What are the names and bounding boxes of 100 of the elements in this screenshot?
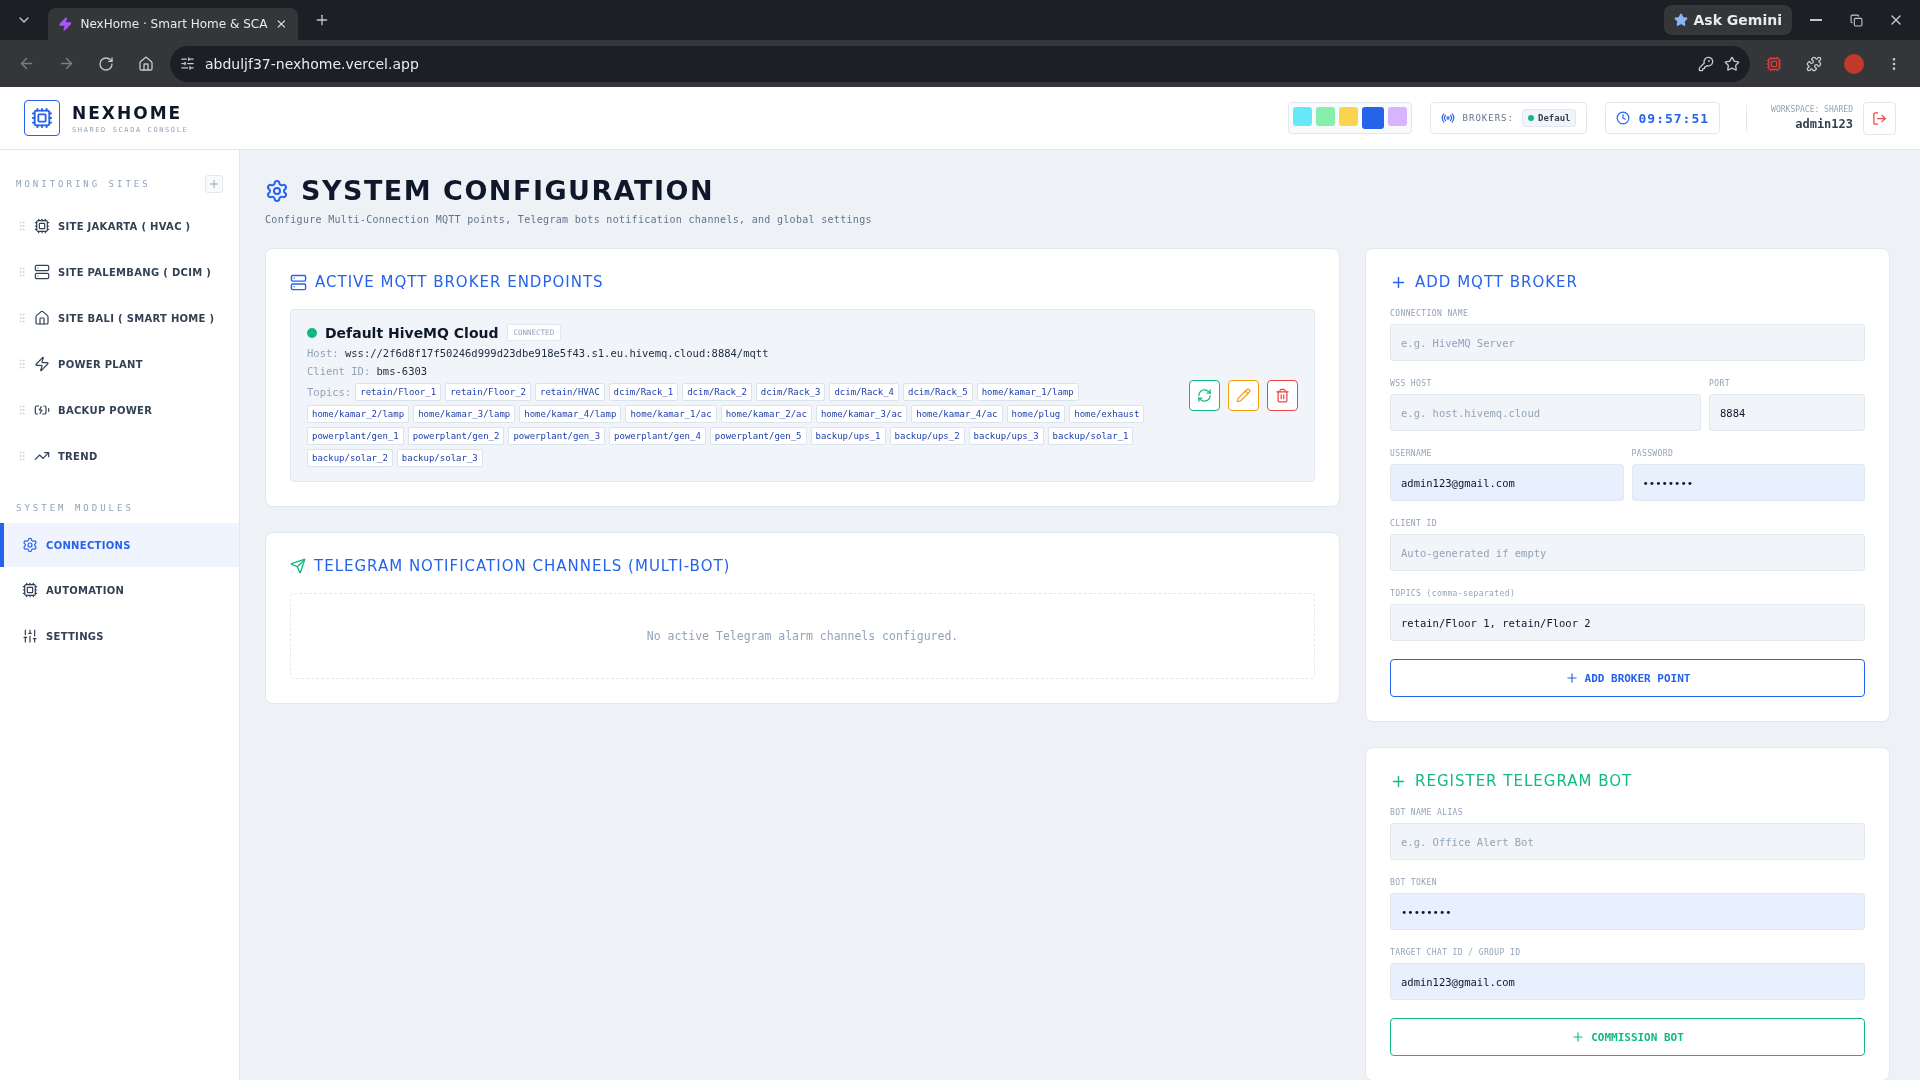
send-icon: [290, 558, 306, 574]
sidebar-item[interactable]: SITE BALI ( SMART HOME ): [0, 295, 239, 341]
topic-tag: retain/Floor_1: [355, 383, 442, 401]
sidebar-item[interactable]: POWER PLANT: [0, 341, 239, 387]
broadcast-icon: [1440, 111, 1455, 125]
topic-tag: backup/ups_2: [889, 427, 965, 445]
user-name: admin123: [1795, 117, 1853, 131]
trash-icon: [1275, 388, 1290, 403]
input-field[interactable]: 8884: [1709, 394, 1865, 431]
topic-tag: powerplant/gen_3: [508, 427, 606, 445]
plus-icon: [314, 12, 330, 28]
input-field[interactable]: admin123@gmail.com: [1390, 464, 1624, 501]
drag-handle-icon[interactable]: [16, 266, 28, 278]
workspace-label: WORKSPACE: SHARED: [1771, 105, 1853, 114]
field-label: WSS HOST: [1390, 379, 1433, 388]
sidebar-item[interactable]: SETTINGS: [0, 613, 239, 659]
client-id-text: Client ID: bms-6303: [307, 365, 429, 377]
card-title: ACTIVE MQTT BROKER ENDPOINTS: [315, 273, 604, 291]
drag-handle-icon[interactable]: [16, 404, 28, 416]
site-info-icon[interactable]: [180, 56, 195, 71]
card-title: ADD MQTT BROKER: [1415, 273, 1578, 291]
topic-tag: dcim/Rack_3: [755, 383, 826, 401]
edit-button[interactable]: [1228, 380, 1259, 411]
house-icon: [34, 310, 50, 326]
input-field[interactable]: e.g. Office Alert Bot: [1390, 823, 1865, 860]
browser-tab[interactable]: NexHome · Smart Home & SCA: [48, 8, 298, 40]
color-swatch[interactable]: [1361, 107, 1384, 129]
topic-tag: retain/HVAC: [535, 383, 605, 401]
topic-tag: powerplant/gen_2: [407, 427, 505, 445]
input-field[interactable]: retain/Floor_1, retain/Floor_2: [1390, 604, 1865, 641]
topic-tag: home/kamar_1/lamp: [976, 383, 1079, 401]
field-label: TOPICS (comma-separated): [1390, 589, 1517, 598]
color-swatch[interactable]: [1315, 107, 1335, 126]
field-label: BOT TOKEN: [1390, 878, 1438, 887]
page-title: SYSTEM CONFIGURATION: [301, 175, 715, 206]
drag-handle-icon[interactable]: [16, 450, 28, 462]
topic-tag: dcim/Rack_5: [903, 383, 973, 401]
sidebar-item[interactable]: SITE JAKARTA ( HVAC ): [0, 203, 239, 249]
reconnect-button[interactable]: [1189, 380, 1220, 411]
settings-icon: [265, 178, 289, 203]
topic-tag: home/kamar_2/ac: [720, 405, 812, 423]
puzzle-icon: [1806, 55, 1822, 72]
delete-button[interactable]: [1267, 380, 1298, 411]
field-label: CONNECTION NAME: [1390, 309, 1470, 318]
sidebar-item[interactable]: TREND: [0, 433, 239, 479]
sidebar-item[interactable]: AUTOMATION: [0, 567, 239, 613]
key-icon[interactable]: [1698, 55, 1714, 72]
field-label: USERNAME: [1390, 449, 1433, 458]
topic-tag: home/exhaust: [1069, 405, 1145, 423]
submit-button[interactable]: ADD BROKER POINT: [1390, 659, 1865, 697]
topic-tag: backup/ups_1: [810, 427, 886, 445]
field-label: BOT NAME ALIAS: [1390, 808, 1465, 817]
sliders-icon: [22, 628, 38, 644]
plus-icon: [1571, 1030, 1586, 1044]
input-field[interactable]: ••••••••: [1390, 893, 1865, 930]
field-label: PASSWORD: [1631, 449, 1675, 458]
topic-tag: backup/solar_2: [307, 449, 393, 467]
drag-handle-icon[interactable]: [16, 220, 28, 232]
brand-name: NEXHOME: [72, 102, 184, 123]
refresh-icon: [1197, 388, 1212, 403]
topics-label: Topics:: [307, 386, 352, 398]
input-field[interactable]: ••••••••: [1631, 464, 1865, 501]
clock-time: 09:57:51: [1638, 110, 1710, 126]
drag-handle-icon[interactable]: [16, 358, 28, 370]
color-swatch[interactable]: [1338, 107, 1358, 126]
topic-tag: backup/solar_1: [1047, 427, 1134, 445]
input-field[interactable]: e.g. host.hivemq.cloud: [1390, 394, 1701, 431]
house-icon: [138, 55, 154, 72]
logout-button[interactable]: [1863, 101, 1896, 135]
restore-icon: [1849, 13, 1863, 27]
clock-icon: [1616, 111, 1631, 125]
broker-chip: Defaul: [1521, 109, 1577, 127]
field-label: PORT: [1709, 379, 1731, 388]
lightning-icon: [34, 356, 50, 372]
assistant-button[interactable]: Ask Gemini: [1663, 5, 1792, 35]
input-field[interactable]: Auto-generated if empty: [1390, 534, 1865, 571]
color-swatch[interactable]: [1387, 107, 1407, 126]
card-title: TELEGRAM NOTIFICATION CHANNELS (MULTI-BOT): [314, 557, 731, 575]
chip-icon: [22, 582, 38, 598]
battery-icon: [34, 402, 50, 418]
topic-tag: backup/solar_3: [396, 449, 483, 467]
topic-tag: powerplant/gen_5: [709, 427, 807, 445]
empty-message: No active Telegram alarm channels configured.: [646, 629, 959, 643]
add-site-button[interactable]: [205, 175, 223, 193]
sidebar-item[interactable]: CONNECTIONS: [0, 523, 239, 567]
sidebar-item[interactable]: SITE PALEMBANG ( DCIM ): [0, 249, 239, 295]
field-label: CLIENT ID: [1390, 519, 1438, 528]
topic-tag: home/kamar_4/ac: [911, 405, 1003, 423]
topic-tag: home/plug: [1006, 405, 1066, 423]
input-field[interactable]: e.g. HiveMQ Server: [1390, 324, 1865, 361]
topic-tag: backup/ups_3: [968, 427, 1044, 445]
logo-icon: [24, 100, 60, 136]
topic-tag: home/kamar_2/lamp: [307, 405, 410, 423]
color-swatch[interactable]: [1292, 107, 1312, 126]
server-icon: [34, 264, 50, 280]
input-field[interactable]: admin123@gmail.com: [1390, 963, 1865, 1000]
drag-handle-icon[interactable]: [16, 312, 28, 324]
topic-tag: dcim/Rack_4: [829, 383, 900, 401]
bookmark-icon[interactable]: [1724, 55, 1740, 72]
sidebar-item[interactable]: BACKUP POWER: [0, 387, 239, 433]
